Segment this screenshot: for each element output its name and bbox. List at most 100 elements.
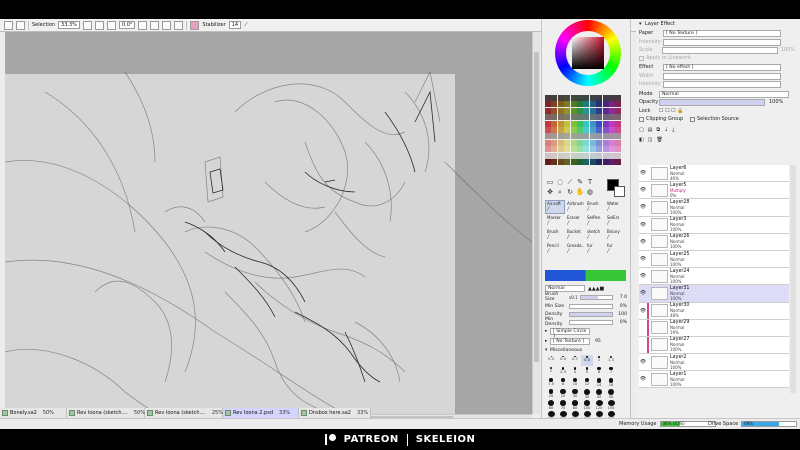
clear-icon[interactable]: ◫ bbox=[648, 137, 653, 143]
brush-size-preset[interactable]: 14 bbox=[593, 377, 605, 388]
color-swatch[interactable] bbox=[551, 158, 558, 165]
merge-down-icon[interactable]: ⤓ bbox=[672, 127, 674, 133]
color-swatch[interactable] bbox=[615, 126, 622, 133]
brush-tool[interactable]: Bucket ╱ bbox=[565, 228, 585, 242]
new-file-icon[interactable] bbox=[4, 20, 13, 30]
color-swatch[interactable] bbox=[608, 107, 615, 114]
brush-tool[interactable]: Airbrush ╱ bbox=[565, 200, 585, 214]
color-swatch[interactable] bbox=[570, 133, 577, 140]
color-swatch[interactable] bbox=[615, 120, 622, 127]
color-swatch[interactable] bbox=[602, 107, 609, 114]
color-swatch[interactable] bbox=[545, 146, 551, 153]
color-swatch[interactable] bbox=[602, 146, 609, 153]
brush-size-preset[interactable]: 25 bbox=[557, 388, 569, 399]
color-swatch[interactable] bbox=[589, 107, 596, 114]
color-swatch[interactable] bbox=[602, 95, 609, 101]
color-swatch[interactable] bbox=[602, 139, 609, 146]
min-size-slider[interactable] bbox=[569, 303, 613, 309]
brush-size-preset[interactable]: 30 bbox=[569, 388, 581, 399]
color-swatch[interactable] bbox=[583, 101, 590, 108]
brush-tool[interactable]: Binary ╱ bbox=[605, 228, 625, 242]
color-swatch[interactable] bbox=[596, 107, 603, 114]
layer-effect-header[interactable]: ▾ Layer Effect bbox=[639, 20, 795, 28]
color-swatch[interactable] bbox=[545, 95, 551, 101]
color-swatch[interactable] bbox=[564, 95, 571, 101]
brush-tool[interactable]: Water ╱ bbox=[605, 200, 625, 214]
color-swatch[interactable] bbox=[545, 139, 551, 146]
color-swatch[interactable] bbox=[557, 146, 564, 153]
visibility-eye-icon[interactable]: 👁 bbox=[639, 273, 647, 279]
color-swatch[interactable] bbox=[564, 126, 571, 133]
layer-list-scrollbar[interactable] bbox=[790, 165, 796, 393]
brush-size-preset[interactable]: 40 bbox=[593, 388, 605, 399]
layer-row[interactable]: 👁 Layer5 Multiply 0% bbox=[639, 182, 789, 200]
layer-row[interactable]: 👁 Layer28 Normal 100% bbox=[639, 199, 789, 217]
color-swatch[interactable] bbox=[608, 152, 615, 159]
color-swatch[interactable] bbox=[551, 152, 558, 159]
visibility-eye-icon[interactable]: 👁 bbox=[639, 204, 647, 210]
color-swatch[interactable] bbox=[589, 120, 596, 127]
color-swatch[interactable] bbox=[615, 133, 622, 140]
color-swatch[interactable] bbox=[602, 126, 609, 133]
color-swatch[interactable] bbox=[596, 133, 603, 140]
color-swatch[interactable] bbox=[583, 126, 590, 133]
color-swatch[interactable] bbox=[589, 158, 596, 165]
color-swatch[interactable] bbox=[602, 133, 609, 140]
color-swatch[interactable] bbox=[564, 133, 571, 140]
brush-size-slider[interactable] bbox=[580, 294, 613, 300]
color-swatch[interactable] bbox=[583, 107, 590, 114]
color-swatch[interactable] bbox=[551, 95, 558, 101]
color-swatch[interactable] bbox=[557, 139, 564, 146]
zoom-reset-icon[interactable] bbox=[106, 20, 116, 30]
color-swatch[interactable] bbox=[545, 133, 551, 140]
color-swatch[interactable] bbox=[596, 126, 603, 133]
layer-row[interactable]: 👁 Layer25 Normal 100% bbox=[639, 250, 789, 269]
color-swatch[interactable] bbox=[583, 152, 590, 159]
brush-tool[interactable]: Eraser ╱ bbox=[565, 214, 585, 228]
rotation-field[interactable]: 0.0° bbox=[118, 21, 136, 29]
brush-size-preset[interactable]: 120 bbox=[593, 399, 605, 410]
brush-size-preset[interactable]: 6 bbox=[593, 366, 605, 377]
brush-texture-select[interactable]: [ No Texture ] bbox=[550, 337, 590, 345]
brush-size-preset[interactable]: 7 bbox=[605, 366, 617, 377]
color-swatch[interactable] bbox=[551, 133, 558, 140]
brush-tool[interactable]: Brush ╱ bbox=[545, 228, 565, 242]
color-swatch[interactable] bbox=[615, 146, 622, 153]
color-swatch[interactable] bbox=[596, 120, 603, 127]
color-swatch[interactable] bbox=[570, 152, 577, 159]
color-swatch[interactable] bbox=[602, 101, 609, 108]
visibility-eye-icon[interactable]: 👁 bbox=[639, 359, 647, 365]
color-swatch[interactable] bbox=[589, 152, 596, 159]
color-swatch[interactable] bbox=[551, 120, 558, 127]
brush-size-preset[interactable]: 5 bbox=[581, 366, 593, 377]
color-swatch[interactable] bbox=[545, 158, 551, 165]
color-swatch[interactable] bbox=[557, 107, 564, 114]
opacity-slider[interactable] bbox=[659, 98, 765, 106]
color-swatch[interactable] bbox=[576, 133, 583, 140]
visibility-eye-icon[interactable]: 👁 bbox=[639, 376, 647, 382]
layer-row[interactable]: 👁 Layer24 Normal 100% bbox=[639, 268, 789, 286]
color-swatch[interactable] bbox=[596, 139, 603, 146]
brush-tool[interactable]: Brush ╱ bbox=[585, 200, 605, 214]
layer-row[interactable]: 👁 Layer31 Normal 100% bbox=[639, 285, 789, 303]
brush-tool[interactable]: Greada... ╱ bbox=[565, 242, 585, 256]
visibility-eye-icon[interactable]: 👁 bbox=[639, 308, 647, 314]
color-swatch[interactable] bbox=[564, 152, 571, 159]
rect-select-icon[interactable]: ▭ bbox=[545, 177, 555, 187]
color-swatch[interactable] bbox=[557, 158, 564, 165]
density-slider[interactable] bbox=[569, 311, 613, 317]
color-swatch[interactable] bbox=[551, 114, 558, 121]
document-tab[interactable]: Bonely.sa2 50% bbox=[0, 408, 67, 418]
clipping-group-checkbox[interactable] bbox=[639, 116, 644, 122]
color-swatch[interactable] bbox=[570, 120, 577, 127]
layer-row[interactable]: 👁 Layer1 Normal 100% bbox=[639, 371, 789, 389]
color-swatch[interactable] bbox=[596, 95, 603, 101]
color-swatch[interactable] bbox=[608, 101, 615, 108]
color-swatch[interactable] bbox=[570, 158, 577, 165]
canvas-area[interactable] bbox=[5, 32, 532, 414]
color-swatch[interactable] bbox=[551, 107, 558, 114]
paper-intensity-slider[interactable] bbox=[663, 38, 781, 46]
color-swatch[interactable] bbox=[564, 146, 571, 153]
color-swatch[interactable] bbox=[551, 139, 558, 146]
rotate-right-icon[interactable] bbox=[150, 20, 160, 30]
